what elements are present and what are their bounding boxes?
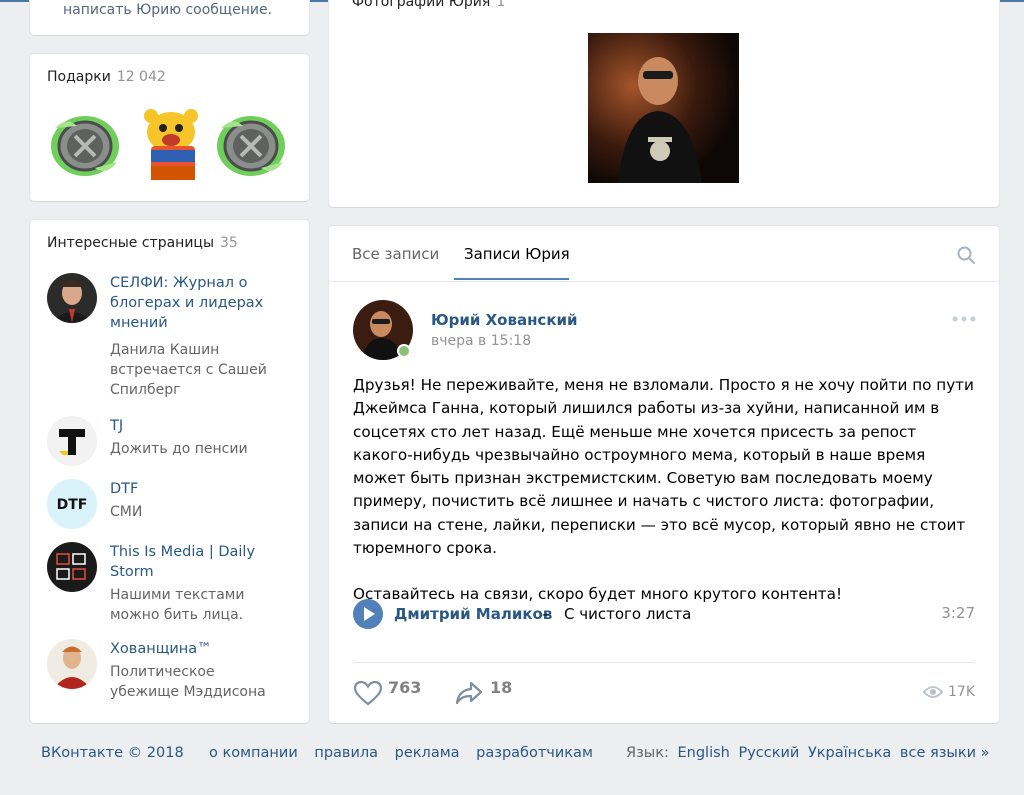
dota-gift-icon[interactable] <box>47 106 123 182</box>
photos-block: Фотографии Юрия 1 <box>329 0 999 207</box>
page-avatar[interactable] <box>47 542 97 592</box>
audio-title[interactable]: С чистого листа <box>564 605 691 623</box>
active-tab-indicator <box>454 278 569 280</box>
pages-count: 35 <box>220 235 238 251</box>
svg-text:DTF: DTF <box>57 497 88 513</box>
page-name[interactable]: DTF <box>110 479 285 499</box>
search-icon[interactable] <box>956 245 976 265</box>
page-description: Политическое убежище Мэддисона <box>110 664 266 700</box>
heart-icon[interactable] <box>353 680 383 706</box>
more-options-icon[interactable] <box>951 314 977 324</box>
page-name[interactable]: TJ <box>110 416 285 436</box>
eye-icon <box>923 686 943 698</box>
post-paragraph: Друзья! Не переживайте, меня не взломали… <box>353 376 974 558</box>
page-item-daily-storm[interactable]: This Is Media | Daily Storm Нашими текст… <box>47 542 297 623</box>
footer-link-about[interactable]: о компании <box>209 745 298 761</box>
footer-links: о компании правила реклама разработчикам <box>209 745 593 761</box>
footer-brand: ВКонтакте © 2018 <box>41 745 184 761</box>
gifts-count: 12 042 <box>116 69 166 85</box>
page-avatar[interactable] <box>47 416 97 466</box>
page-avatar[interactable] <box>47 639 97 689</box>
gifts-title[interactable]: Подарки 12 042 <box>47 69 166 85</box>
bear-candy-gift-icon[interactable] <box>133 106 209 182</box>
lang-english[interactable]: English <box>678 745 730 761</box>
write-message-card: написать Юрию сообщение. <box>30 0 309 35</box>
like-count[interactable]: 763 <box>388 678 421 697</box>
page-name[interactable]: This Is Media | Daily Storm <box>110 542 285 582</box>
post-text: Друзья! Не переживайте, меня не взломали… <box>353 374 978 607</box>
pages-title[interactable]: Интересные страницы 35 <box>47 235 238 251</box>
wall-tabs: Все записи Записи Юрия <box>329 226 999 282</box>
audio-duration: 3:27 <box>941 604 975 622</box>
online-indicator <box>397 344 411 358</box>
page-avatar[interactable] <box>47 273 97 323</box>
photos-count: 1 <box>496 0 506 10</box>
lang-russian[interactable]: Русский <box>738 745 799 761</box>
tab-all-posts[interactable]: Все записи <box>352 245 439 263</box>
lang-all[interactable]: все языки » <box>900 745 990 761</box>
dota-gift-icon[interactable] <box>213 106 289 182</box>
views-count: 17K <box>948 684 975 700</box>
page-description: Дожить до пенсии <box>110 441 248 457</box>
footer-link-ads[interactable]: реклама <box>395 745 460 761</box>
profile-photo-thumbnail[interactable] <box>588 33 739 183</box>
lang-ukrainian[interactable]: Українська <box>808 745 891 761</box>
page-description: СМИ <box>110 504 143 520</box>
share-icon[interactable] <box>454 680 484 706</box>
audio-separator: – <box>542 605 550 623</box>
page-description: Нашими текстами можно бить лица. <box>110 587 245 623</box>
footer-link-developers[interactable]: разработчикам <box>476 745 593 761</box>
play-button[interactable] <box>353 599 383 629</box>
divider <box>353 662 975 663</box>
page-item-selfie[interactable]: СЕЛФИ: Журнал о блогерах и лидерах мнени… <box>47 273 297 398</box>
footer-link-rules[interactable]: правила <box>314 745 378 761</box>
page-avatar[interactable]: DTF <box>47 479 97 529</box>
post-author-name[interactable]: Юрий Хованский <box>431 311 578 329</box>
wall-block: Все записи Записи Юрия Юрий Хованский вч… <box>329 226 999 723</box>
page-item-dtf[interactable]: DTF DTF СМИ <box>47 479 297 529</box>
page-name[interactable]: Хованщина™ <box>110 639 285 659</box>
language-label: Язык: <box>626 745 669 761</box>
page-item-tj[interactable]: TJ Дожить до пенсии <box>47 416 297 466</box>
page-description: Данила Кашин встречается с Сашей Спилбер… <box>110 342 267 398</box>
write-message-link[interactable]: написать Юрию сообщение. <box>63 2 272 18</box>
share-count[interactable]: 18 <box>490 678 512 697</box>
audio-artist[interactable]: Дмитрий Маликов <box>394 605 552 623</box>
post-timestamp[interactable]: вчера в 15:18 <box>431 333 531 349</box>
footer-languages: Язык: English Русский Українська все язы… <box>626 745 990 761</box>
interesting-pages-block: Интересные страницы 35 СЕЛФИ: Журнал о бл… <box>30 220 309 723</box>
tab-owner-posts[interactable]: Записи Юрия <box>464 245 570 263</box>
page-name[interactable]: СЕЛФИ: Журнал о блогерах и лидерах мнени… <box>110 273 285 333</box>
photos-title[interactable]: Фотографии Юрия 1 <box>352 0 505 10</box>
page-item-khovanshchina[interactable]: Хованщина™ Политическое убежище Мэддисон… <box>47 639 297 719</box>
audio-attachment[interactable]: Дмитрий Маликов – С чистого листа 3:27 <box>353 599 975 631</box>
